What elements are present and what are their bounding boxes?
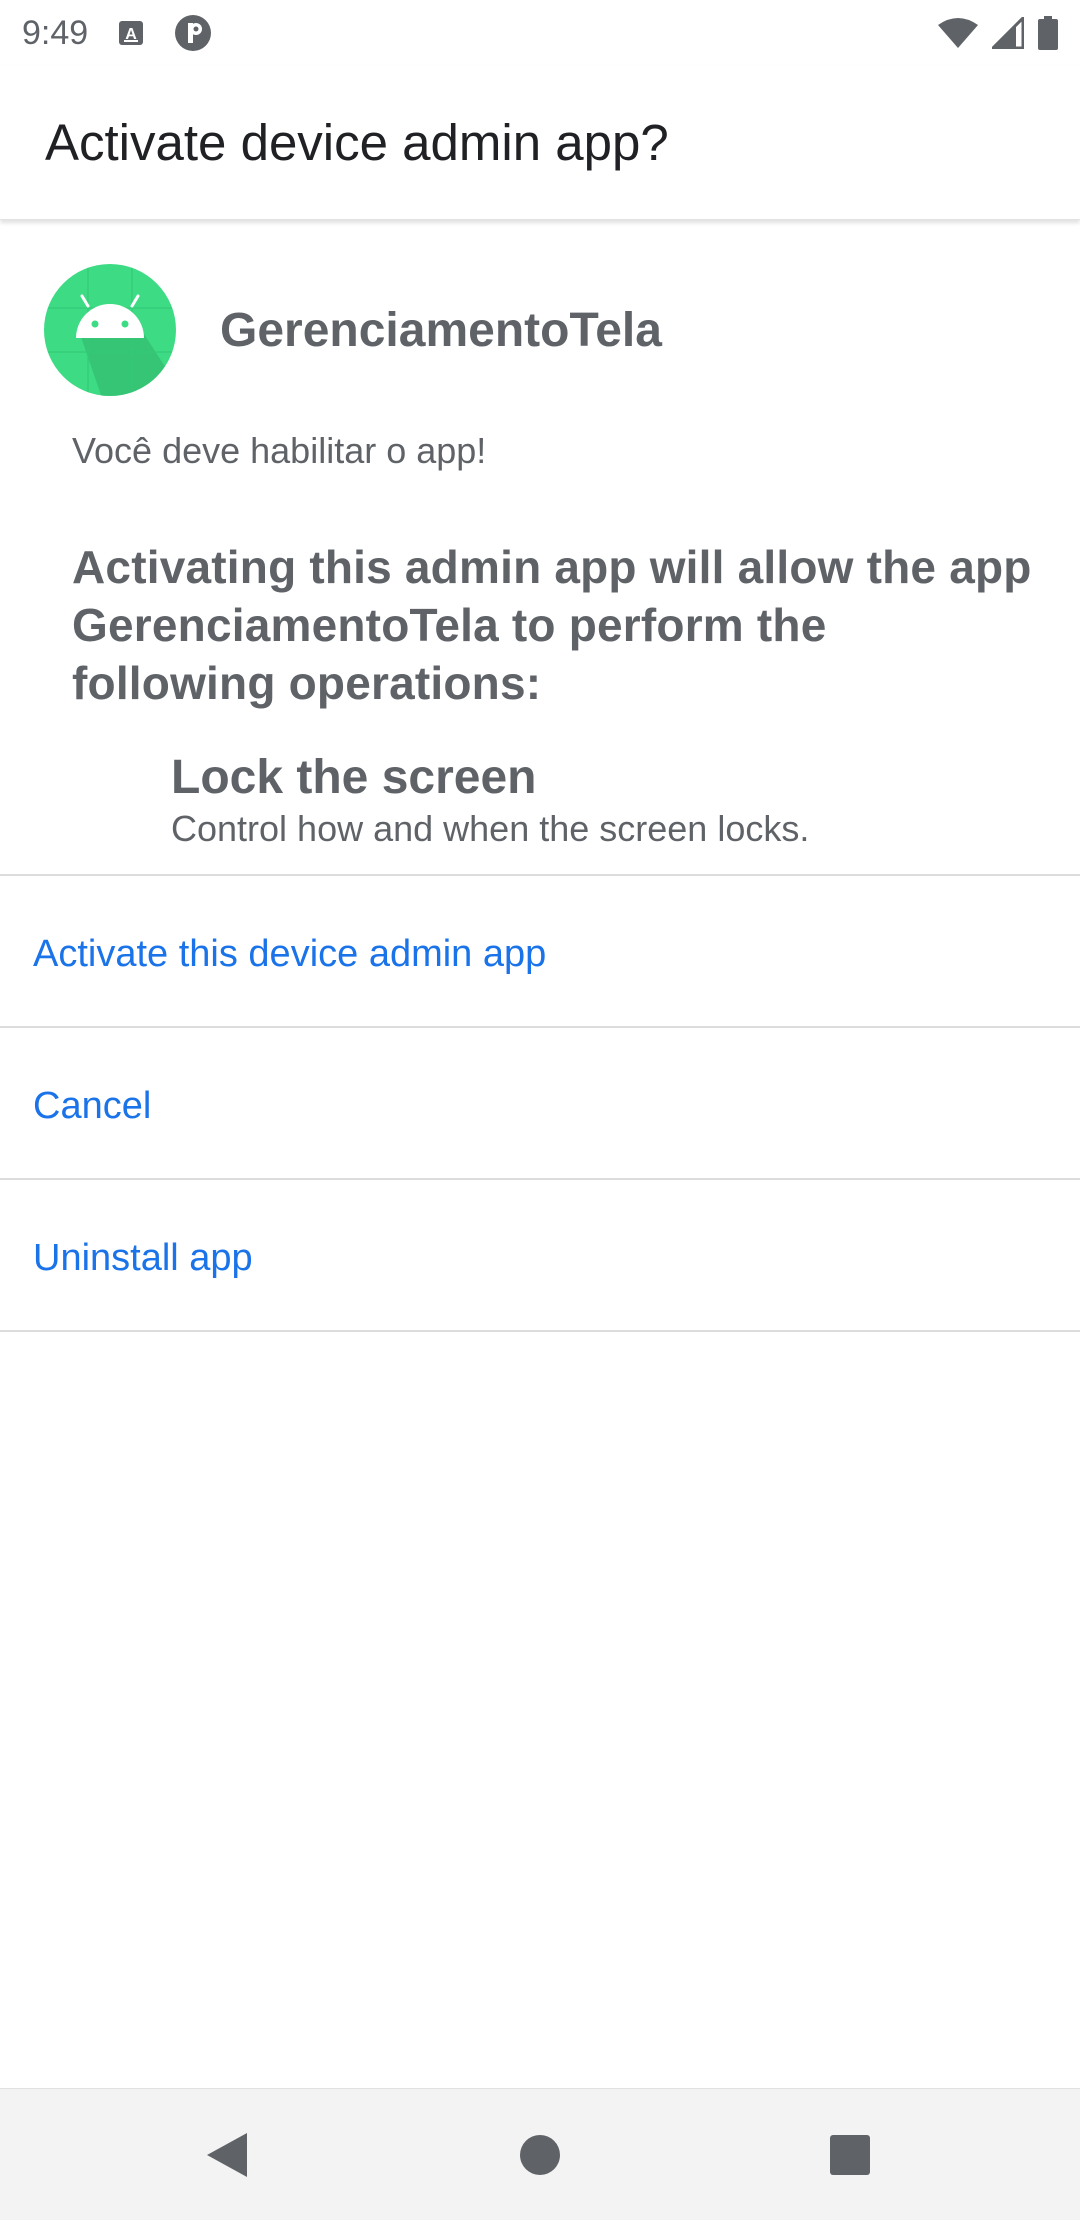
divider <box>0 1178 1080 1180</box>
app-bar: Activate device admin app? <box>0 66 1080 220</box>
page-title: Activate device admin app? <box>45 114 669 171</box>
admin-description: Activating this admin app will allow the… <box>72 541 1032 709</box>
back-icon[interactable] <box>157 2089 297 2220</box>
recents-icon[interactable] <box>780 2089 920 2220</box>
home-icon[interactable] <box>470 2089 610 2220</box>
activate-button[interactable]: Activate this device admin app <box>0 879 1080 1029</box>
status-bar: 9:49 A <box>0 0 1080 66</box>
policy-title: Lock the screen <box>171 751 537 804</box>
screen: 9:49 A Activate device admin app? Gerenc… <box>0 0 1080 2220</box>
keyboard-notification-icon: A <box>118 20 144 46</box>
divider <box>0 1330 1080 1332</box>
status-left: 9:49 A <box>22 14 212 53</box>
cancel-button[interactable]: Cancel <box>0 1031 1080 1181</box>
app-subtitle: Você deve habilitar o app! <box>72 430 487 471</box>
wifi-icon <box>938 17 978 49</box>
status-right <box>938 16 1058 50</box>
policy-description: Control how and when the screen locks. <box>171 808 810 849</box>
cell-signal-icon <box>992 17 1024 49</box>
status-time: 9:49 <box>22 13 89 52</box>
uninstall-button[interactable]: Uninstall app <box>0 1183 1080 1333</box>
divider <box>0 1026 1080 1028</box>
navigation-bar <box>0 2088 1080 2220</box>
app-name: GerenciamentoTela <box>220 303 662 357</box>
divider <box>0 874 1080 876</box>
android-app-icon <box>44 264 176 396</box>
app-header: GerenciamentoTela <box>44 264 662 396</box>
battery-icon <box>1038 16 1058 50</box>
app-notification-icon <box>174 14 212 52</box>
